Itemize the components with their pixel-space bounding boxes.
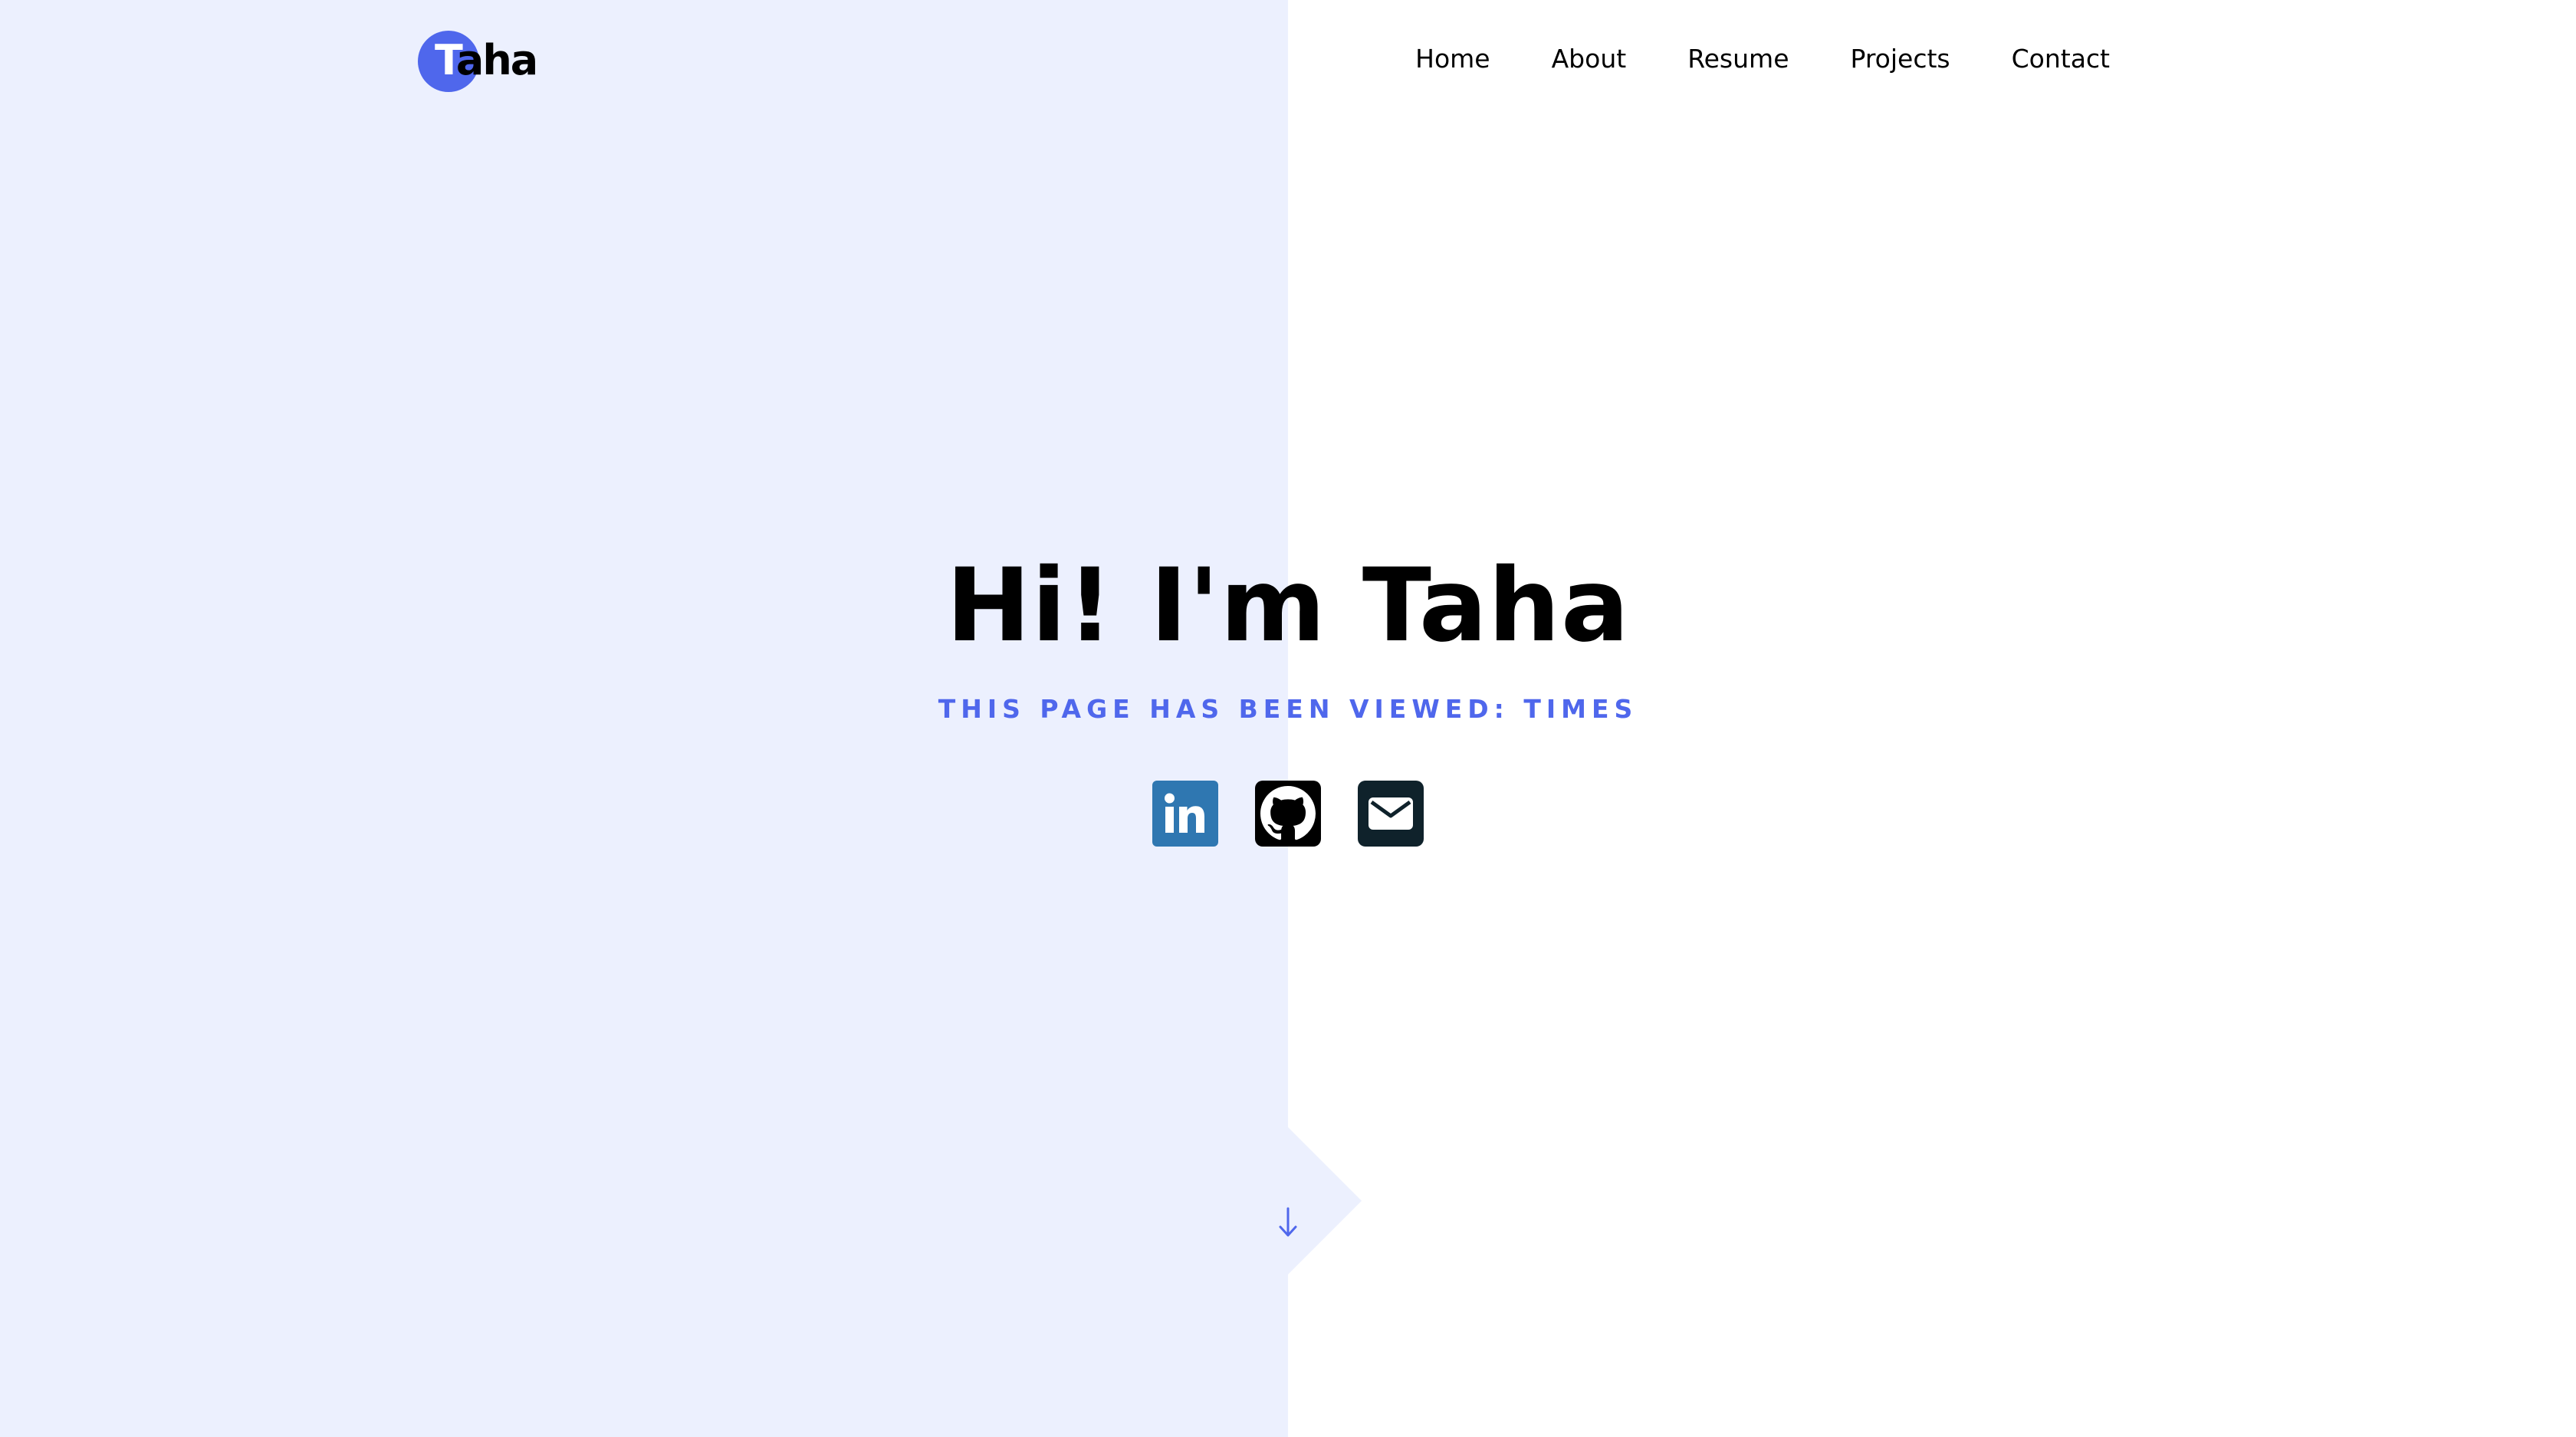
linkedin-button[interactable] <box>1152 781 1218 847</box>
logo-text: Taha <box>435 36 538 84</box>
hero-title: Hi! I'm Taha <box>945 547 1631 665</box>
site-logo[interactable]: Taha <box>418 29 571 94</box>
nav-about[interactable]: About <box>1552 40 1627 78</box>
nav-home[interactable]: Home <box>1415 40 1490 78</box>
social-links <box>1152 781 1424 847</box>
github-icon <box>1260 786 1316 840</box>
nav-contact[interactable]: Contact <box>2012 40 2110 78</box>
main-nav: Home About Resume Projects Contact <box>1415 40 2110 78</box>
email-button[interactable] <box>1358 781 1424 847</box>
nav-resume[interactable]: Resume <box>1687 40 1789 78</box>
view-counter-text: This page has been viewed: times <box>938 694 1638 724</box>
email-icon <box>1368 797 1413 830</box>
arrow-down-icon[interactable] <box>1276 1205 1300 1239</box>
panel-notch <box>1288 1127 1362 1274</box>
github-button[interactable] <box>1255 781 1321 847</box>
linkedin-icon <box>1165 793 1204 833</box>
nav-projects[interactable]: Projects <box>1851 40 1950 78</box>
